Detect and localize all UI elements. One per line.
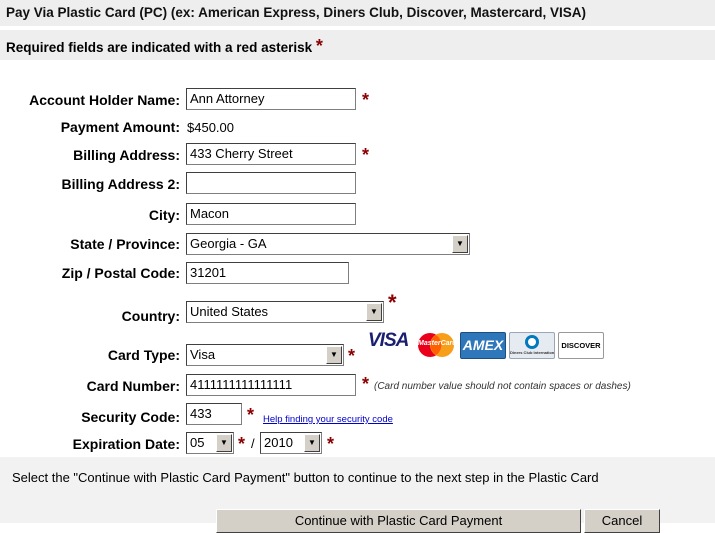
- diners-logo: Diners Club International: [509, 332, 555, 359]
- billing-address2-label: Billing Address 2:: [61, 176, 180, 192]
- state-selected-value: Georgia - GA: [190, 236, 267, 251]
- expiration-month-select[interactable]: 05 ▼: [186, 432, 234, 454]
- amex-logo-text: AMEX: [462, 337, 504, 353]
- cancel-button[interactable]: Cancel: [584, 509, 660, 533]
- card-type-required: *: [348, 346, 356, 366]
- city-label: City:: [148, 207, 180, 223]
- card-number-input[interactable]: 4111111111111111: [186, 374, 356, 396]
- chevron-down-icon[interactable]: ▼: [452, 235, 468, 253]
- diners-logo-text: Diners Club International: [510, 350, 555, 355]
- account-holder-label: Account Holder Name:: [29, 92, 180, 108]
- expiration-month-required: *: [238, 434, 246, 454]
- country-selected-value: United States: [190, 304, 269, 319]
- card-type-label: Card Type:: [107, 347, 180, 363]
- country-label: Country:: [121, 308, 180, 324]
- mastercard-logo-text: MasterCard: [418, 340, 457, 347]
- billing-address-required: *: [362, 145, 370, 165]
- security-code-label: Security Code:: [81, 409, 180, 425]
- zip-input[interactable]: 31201: [186, 262, 349, 284]
- expiration-label: Expiration Date:: [72, 436, 180, 452]
- payment-amount-label: Payment Amount:: [60, 119, 180, 135]
- footer-instruction: Select the "Continue with Plastic Card P…: [12, 470, 599, 485]
- expiration-year-required: *: [327, 434, 335, 454]
- security-code-help-link[interactable]: Help finding your security code: [263, 414, 393, 425]
- state-select[interactable]: Georgia - GA ▼: [186, 233, 470, 255]
- discover-logo-text: DISCOVER: [561, 341, 601, 350]
- state-label: State / Province:: [70, 236, 180, 252]
- page-header: Pay Via Plastic Card (PC) (ex: American …: [0, 0, 715, 26]
- city-input[interactable]: Macon: [186, 203, 356, 225]
- chevron-down-icon[interactable]: ▼: [304, 434, 320, 452]
- visa-logo-text: VISA: [368, 330, 409, 351]
- chevron-down-icon[interactable]: ▼: [326, 346, 342, 364]
- page-title: Pay Via Plastic Card (PC) (ex: American …: [6, 5, 586, 20]
- card-type-selected-value: Visa: [190, 347, 216, 362]
- discover-logo: DISCOVER: [558, 332, 604, 359]
- security-code-required: *: [247, 405, 255, 425]
- amex-logo: AMEX: [460, 332, 506, 359]
- diners-icon: [525, 335, 539, 349]
- account-holder-required: *: [362, 90, 370, 110]
- payment-amount-value: $450.00: [187, 120, 234, 135]
- billing-address-input[interactable]: 433 Cherry Street: [186, 143, 356, 165]
- visa-logo: VISA: [368, 330, 412, 356]
- card-number-label: Card Number:: [86, 378, 180, 394]
- card-number-required: *: [362, 374, 370, 394]
- country-required: *: [388, 290, 397, 315]
- required-note: Required fields are indicated with a red…: [6, 40, 313, 55]
- expiration-year-value: 2010: [264, 435, 293, 450]
- mastercard-logo: MasterCard: [414, 332, 458, 358]
- card-number-note: (Card number value should not contain sp…: [374, 381, 631, 392]
- continue-button[interactable]: Continue with Plastic Card Payment: [216, 509, 581, 533]
- required-asterisk: *: [315, 36, 323, 56]
- country-select[interactable]: United States ▼: [186, 301, 384, 323]
- expiration-year-select[interactable]: 2010 ▼: [260, 432, 322, 454]
- security-code-input[interactable]: 433: [186, 403, 242, 425]
- card-type-select[interactable]: Visa ▼: [186, 344, 344, 366]
- expiration-month-value: 05: [190, 435, 205, 450]
- required-note-bar: Required fields are indicated with a red…: [0, 30, 715, 60]
- chevron-down-icon[interactable]: ▼: [366, 303, 382, 321]
- expiration-separator: /: [251, 436, 255, 451]
- account-holder-input[interactable]: Ann Attorney: [186, 88, 356, 110]
- zip-label: Zip / Postal Code:: [61, 265, 180, 281]
- billing-address-label: Billing Address:: [73, 147, 180, 163]
- chevron-down-icon[interactable]: ▼: [216, 434, 232, 452]
- billing-address2-input[interactable]: [186, 172, 356, 194]
